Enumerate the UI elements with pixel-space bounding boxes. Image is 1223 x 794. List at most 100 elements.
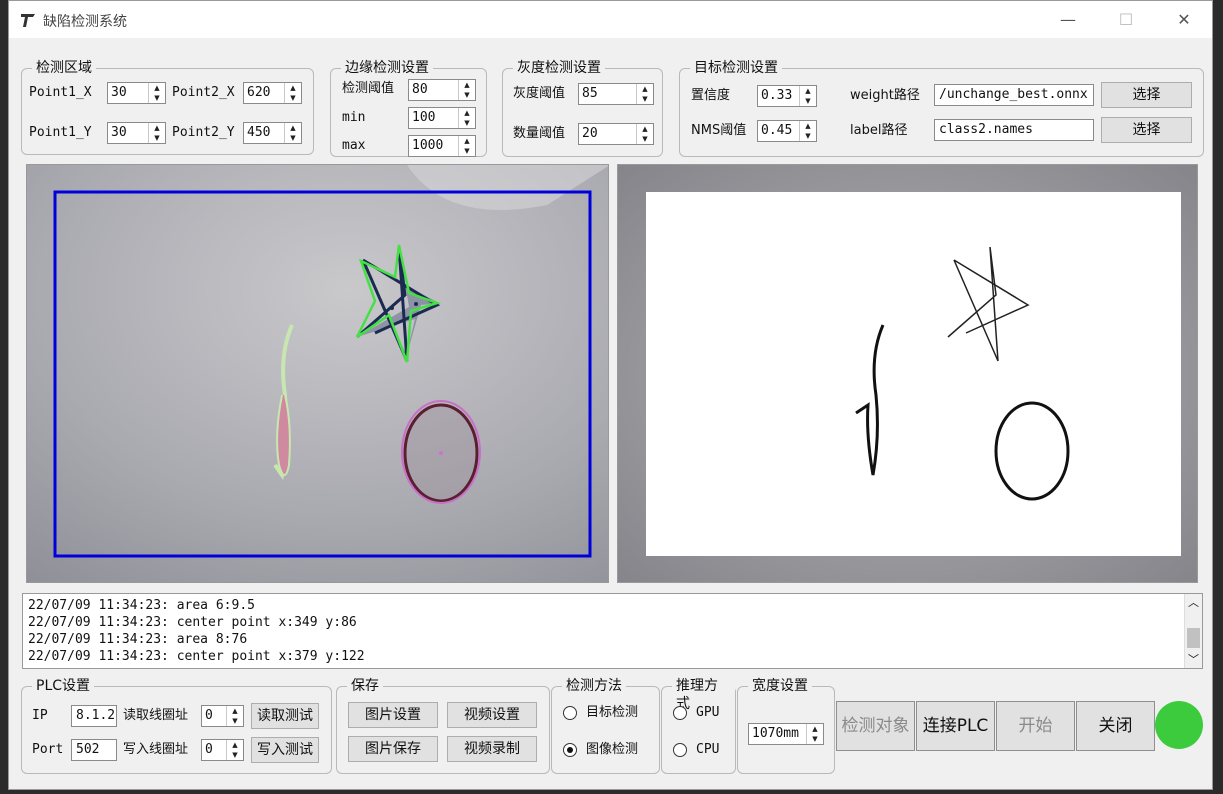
point1-y-label: Point1_Y — [29, 125, 92, 140]
weight-path-label: weight路径 — [850, 88, 920, 103]
save-group: 保存 图片设置 视频设置 图片保存 视频录制 — [336, 677, 550, 774]
maximize-button[interactable]: ☐ — [1103, 6, 1149, 34]
edge-threshold-spinbox[interactable]: 80 ▲ ▼ — [408, 79, 476, 101]
log-line: 22/07/09 11:34:23: center point x:379 y:… — [28, 649, 365, 664]
spin-down-icon[interactable]: ▼ — [807, 734, 823, 744]
status-indicator — [1155, 701, 1203, 749]
spin-down-icon[interactable]: ▼ — [800, 131, 816, 141]
spin-up-icon[interactable]: ▲ — [459, 136, 475, 146]
spin-up-icon[interactable]: ▲ — [227, 706, 243, 716]
spin-up-icon[interactable]: ▲ — [227, 740, 243, 750]
scroll-thumb[interactable] — [1187, 628, 1200, 648]
ip-input[interactable]: 8.1.2 — [71, 705, 117, 727]
read-coil-spinbox[interactable]: 0 ▲ ▼ — [201, 705, 244, 727]
target-detect-label: 目标检测 — [586, 705, 639, 720]
spin-up-icon[interactable]: ▲ — [800, 121, 816, 131]
window-title: 缺陷检测系统 — [43, 14, 127, 30]
nms-value: 0.45 — [761, 123, 793, 138]
point1-x-spinbox[interactable]: 30 ▲ ▼ — [107, 82, 166, 104]
log-scrollbar[interactable]: ︿ ﹀ — [1184, 594, 1202, 668]
spin-up-icon[interactable]: ▲ — [459, 80, 475, 90]
spin-down-icon[interactable]: ▼ — [285, 133, 301, 143]
read-test-button[interactable]: 读取测试 — [251, 703, 319, 729]
write-coil-spinbox[interactable]: 0 ▲ ▼ — [201, 739, 244, 761]
spin-down-icon[interactable]: ▼ — [149, 133, 165, 143]
image-settings-button[interactable]: 图片设置 — [348, 702, 438, 728]
spin-up-icon[interactable]: ▲ — [285, 123, 301, 133]
camera-image — [27, 165, 608, 582]
binary-view-panel — [617, 164, 1198, 583]
spin-down-icon[interactable]: ▼ — [637, 94, 653, 104]
edge-min-spinbox[interactable]: 100 ▲ ▼ — [408, 107, 476, 129]
main-window: 缺陷检测系统 — ☐ ✕ 检测区域 Point1_X 30 ▲ ▼ Point2_… — [8, 0, 1213, 790]
select-label-button[interactable]: 选择 — [1101, 117, 1192, 143]
spin-up-icon[interactable]: ▲ — [285, 83, 301, 93]
edge-max-value: 1000 — [412, 138, 444, 153]
spin-down-icon[interactable]: ▼ — [149, 93, 165, 103]
spin-up-icon[interactable]: ▲ — [149, 123, 165, 133]
point2-x-spinbox[interactable]: 620 ▲ ▼ — [243, 82, 302, 104]
spin-down-icon[interactable]: ▼ — [285, 93, 301, 103]
label-path-input[interactable]: class2.names — [934, 119, 1094, 141]
count-threshold-spinbox[interactable]: 20 ▲ ▼ — [578, 123, 654, 145]
write-coil-label: 写入线圈址 — [123, 742, 189, 757]
spin-up-icon[interactable]: ▲ — [800, 86, 816, 96]
cpu-radio[interactable] — [673, 743, 687, 757]
write-test-button[interactable]: 写入测试 — [251, 737, 319, 763]
spin-up-icon[interactable]: ▲ — [637, 124, 653, 134]
camera-view-panel — [26, 164, 609, 583]
spin-down-icon[interactable]: ▼ — [459, 118, 475, 128]
nms-spinbox[interactable]: 0.45 ▲ ▼ — [757, 120, 817, 142]
gray-threshold-spinbox[interactable]: 85 ▲ ▼ — [578, 83, 654, 105]
target-group: 目标检测设置 置信度 0.33 ▲ ▼ NMS阈值 0.45 ▲ ▼ weight路… — [679, 59, 1204, 157]
spin-down-icon[interactable]: ▼ — [637, 134, 653, 144]
video-settings-button[interactable]: 视频设置 — [447, 702, 537, 728]
point2-y-spinbox[interactable]: 450 ▲ ▼ — [243, 122, 302, 144]
point1-y-spinbox[interactable]: 30 ▲ ▼ — [107, 122, 166, 144]
log-lines: 22/07/09 11:34:23: area 6:9.5 22/07/09 1… — [23, 594, 1202, 665]
select-weight-button[interactable]: 选择 — [1101, 82, 1192, 108]
width-spinbox[interactable]: 1070mm ▲ ▼ — [748, 723, 824, 745]
minimize-button[interactable]: — — [1045, 6, 1091, 34]
point1-x-value: 30 — [111, 85, 127, 100]
edge-min-value: 100 — [412, 110, 436, 125]
image-save-button[interactable]: 图片保存 — [348, 736, 438, 762]
detect-object-button[interactable]: 检测对象 — [836, 701, 915, 751]
point1-x-label: Point1_X — [29, 85, 92, 100]
target-detect-radio[interactable] — [563, 706, 577, 720]
connect-plc-button[interactable]: 连接PLC — [916, 701, 995, 751]
log-line: 22/07/09 11:34:23: area 6:9.5 — [28, 598, 255, 613]
spin-down-icon[interactable]: ▼ — [227, 750, 243, 760]
spin-down-icon[interactable]: ▼ — [800, 96, 816, 106]
scroll-up-icon[interactable]: ︿ — [1185, 594, 1202, 611]
scroll-down-icon[interactable]: ﹀ — [1185, 651, 1202, 668]
inference-group: 推理方式 GPU CPU — [661, 677, 736, 774]
confidence-label: 置信度 — [691, 88, 731, 103]
weight-path-input[interactable]: /unchange_best.onnx — [934, 84, 1094, 106]
nms-label: NMS阈值 — [691, 123, 747, 138]
edge-max-spinbox[interactable]: 1000 ▲ ▼ — [408, 135, 476, 157]
point2-x-value: 620 — [247, 85, 271, 100]
log-output[interactable]: 22/07/09 11:34:23: area 6:9.5 22/07/09 1… — [22, 593, 1203, 669]
edge-threshold-label: 检测阈值 — [342, 81, 395, 96]
close-window-button[interactable]: ✕ — [1161, 6, 1207, 34]
edge-threshold-value: 80 — [412, 82, 428, 97]
image-detect-radio[interactable] — [563, 743, 577, 757]
spin-up-icon[interactable]: ▲ — [149, 83, 165, 93]
start-button[interactable]: 开始 — [996, 701, 1075, 751]
close-button[interactable]: 关闭 — [1076, 701, 1155, 751]
port-input[interactable]: 502 — [71, 739, 117, 761]
ip-label: IP — [32, 708, 48, 723]
video-record-button[interactable]: 视频录制 — [447, 736, 537, 762]
edge-max-label: max — [342, 138, 366, 153]
gpu-radio[interactable] — [673, 706, 687, 720]
spin-down-icon[interactable]: ▼ — [459, 90, 475, 100]
spin-up-icon[interactable]: ▲ — [637, 84, 653, 94]
gray-group: 灰度检测设置 灰度阈值 85 ▲ ▼ 数量阈值 20 ▲ ▼ — [502, 59, 663, 157]
spin-up-icon[interactable]: ▲ — [807, 724, 823, 734]
spin-up-icon[interactable]: ▲ — [459, 108, 475, 118]
confidence-spinbox[interactable]: 0.33 ▲ ▼ — [757, 85, 817, 107]
spin-down-icon[interactable]: ▼ — [227, 716, 243, 726]
spin-down-icon[interactable]: ▼ — [459, 146, 475, 156]
save-group-title: 保存 — [347, 677, 383, 695]
